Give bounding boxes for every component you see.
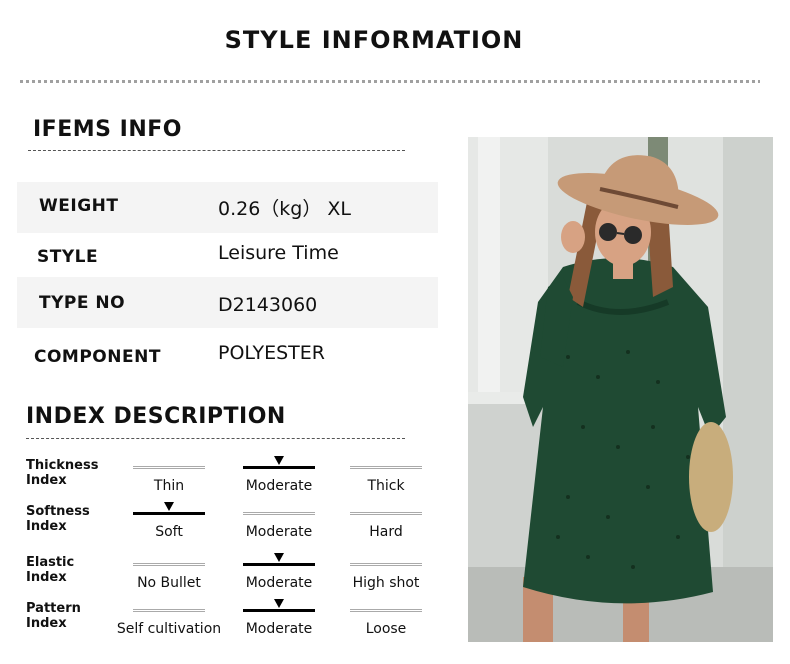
title-divider (20, 80, 760, 83)
index-option-label: Moderate (245, 524, 313, 540)
index-bar (350, 563, 422, 566)
index-option-label: High shot (352, 575, 420, 591)
index-option-label: Moderate (245, 478, 313, 494)
selected-marker-icon (164, 502, 174, 511)
index-label-line1: Pattern (26, 601, 81, 616)
index-label: Pattern Index (26, 601, 116, 631)
info-label-type-no: TYPE NO (39, 293, 126, 313)
index-label: Thickness Index (26, 458, 116, 488)
index-label-line1: Elastic (26, 555, 75, 570)
index-label: Softness Index (26, 504, 116, 534)
index-bar-selected (243, 466, 315, 469)
info-value-style: Leisure Time (218, 242, 339, 264)
index-label: Elastic Index (26, 555, 116, 585)
index-bar-selected (243, 609, 315, 612)
index-bar (350, 609, 422, 612)
index-option-label: Moderate (245, 575, 313, 591)
info-label-weight: WEIGHT (39, 196, 119, 216)
selected-marker-icon (274, 456, 284, 465)
index-label-line2: Index (26, 570, 67, 585)
index-bar (133, 609, 205, 612)
selected-marker-icon (274, 553, 284, 562)
items-info-heading: IFEMS INFO (33, 117, 182, 142)
index-description-heading: INDEX DESCRIPTION (26, 404, 286, 429)
model-photo-illustration (468, 137, 773, 642)
index-label-line1: Softness (26, 504, 90, 519)
index-option-label: Moderate (245, 621, 313, 637)
index-option-label: Thick (367, 478, 405, 494)
index-option-label: Thin (153, 478, 185, 494)
info-value-weight: 0.26（kg） XL (218, 198, 352, 220)
index-bar-selected (133, 512, 205, 515)
index-label-line2: Index (26, 473, 67, 488)
info-label-component: COMPONENT (34, 347, 161, 367)
index-option-label: Hard (369, 524, 403, 540)
index-bar (350, 466, 422, 469)
index-label-line2: Index (26, 616, 67, 631)
index-bar (243, 512, 315, 515)
index-label-line2: Index (26, 519, 67, 534)
info-value-type-no: D2143060 (218, 294, 318, 316)
index-description-divider (26, 438, 405, 439)
index-label-line1: Thickness (26, 458, 99, 473)
product-photo (468, 137, 773, 642)
selected-marker-icon (274, 599, 284, 608)
index-bar (133, 563, 205, 566)
index-option-label: Soft (155, 524, 183, 540)
index-option-label: No Bullet (137, 575, 201, 591)
index-bar (133, 466, 205, 469)
page-title: STYLE INFORMATION (224, 26, 524, 54)
index-option-label: Self cultivation (116, 621, 222, 637)
items-info-divider (28, 150, 405, 151)
index-option-label: Loose (365, 621, 407, 637)
info-value-component: POLYESTER (218, 342, 325, 364)
index-bar-selected (243, 563, 315, 566)
info-label-style: STYLE (37, 247, 99, 267)
index-bar (350, 512, 422, 515)
